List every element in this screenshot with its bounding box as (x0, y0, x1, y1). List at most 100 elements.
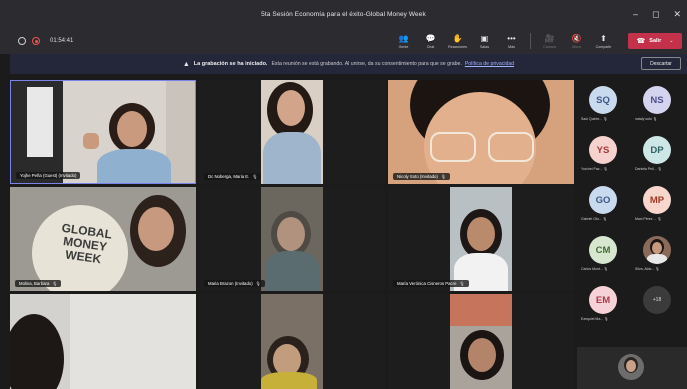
avatar: YS (589, 136, 617, 164)
leave-button[interactable]: ☎ Salir ⌄ (628, 33, 682, 49)
video-person (97, 149, 171, 183)
toolbar-buttons: 👥 Gente 💬 Chat ✋ Reacciones ▣ Salas ••• … (390, 28, 617, 54)
participant-name-tag: Maria Brazon (Invitado) 🎙 (204, 280, 265, 287)
avatar: SQ (589, 86, 617, 114)
participant-name: Yojhe Peña (Guest) (Invitado) (20, 173, 77, 178)
shield-icon[interactable] (18, 37, 26, 45)
roster-participant[interactable]: GO Gabriel Oto... 🎙 (579, 186, 627, 234)
video-person (138, 207, 174, 251)
video-feed (450, 187, 512, 291)
close-button[interactable]: ✕ (673, 9, 681, 20)
roster-participant[interactable]: CM Carlos Mont... 🎙 (579, 236, 627, 284)
reactions-button[interactable]: ✋ Reacciones (444, 34, 471, 49)
video-feed (261, 80, 323, 184)
roster-name: Daniela Pell... 🎙 (635, 167, 663, 171)
more-label: Más (508, 44, 515, 49)
video-feed (261, 187, 323, 291)
share-button[interactable]: ⬆ Compartir (590, 34, 617, 49)
minimize-button[interactable]: – (633, 9, 638, 19)
participant-name: Dc Noberga, Maria E. (208, 174, 250, 179)
glasses (430, 132, 476, 162)
avatar: CM (589, 236, 617, 264)
maximize-button[interactable]: ◻ (652, 9, 659, 20)
video-tile[interactable]: Maria Brazon (Invitado) 🎙 (199, 187, 385, 291)
mic-button[interactable]: 🔇 Micro (563, 34, 590, 49)
rooms-label: Salas (480, 44, 489, 49)
more-button[interactable]: ••• Más (498, 34, 525, 49)
participant-roster: SQ Saúl Quinte... 🎙 NS nataly soto 🎙 YS … (577, 80, 687, 389)
chat-button[interactable]: 💬 Chat (417, 34, 444, 49)
leave-label: Salir (649, 38, 662, 44)
roster-participant[interactable]: MP Maxi Pérez ... 🎙 (633, 186, 681, 234)
avatar: DP (643, 136, 671, 164)
recording-icon (32, 37, 40, 45)
camera-button[interactable]: 🎥 Cámara (536, 34, 563, 49)
participant-name-tag: María Verónica Cisneros Pacre 🎙 (393, 280, 469, 287)
video-person (83, 133, 99, 149)
roster-name: Carlos Mont... 🎙 (581, 267, 609, 271)
video-tile[interactable]: Yojhe Peña (Guest) (Invitado) (10, 80, 196, 184)
dismiss-button[interactable]: Descartar (641, 57, 681, 70)
avatar-photo (643, 236, 671, 264)
roster-name: Ezequiel Ma... 🎙 (581, 317, 609, 321)
reactions-label: Reacciones (448, 44, 467, 49)
privacy-policy-link[interactable]: Política de privacidad (465, 61, 514, 67)
roster-participant[interactable]: NS nataly soto 🎙 (633, 86, 681, 134)
banner-message: Esta reunión se está grabando. Al unirse… (271, 61, 462, 67)
roster-participant[interactable]: SQ Saúl Quinte... 🎙 (579, 86, 627, 134)
people-icon: 👥 (398, 33, 409, 43)
video-tile[interactable]: Nicoly Soto (Invitado) 🎙 (388, 80, 574, 184)
roster-participant[interactable]: YS Yorchei Paz... 🎙 (579, 136, 627, 184)
mic-label: Micro (572, 44, 581, 49)
roster-participant[interactable]: DP Daniela Pell... 🎙 (633, 136, 681, 184)
roster-name: Yorchei Paz... 🎙 (581, 167, 608, 171)
participant-name: Maria Brazon (Invitado) (208, 281, 253, 286)
video-tile[interactable] (199, 294, 385, 389)
mic-off-icon: 🎙 (459, 281, 465, 286)
mic-off-icon: 🎙 (52, 281, 58, 286)
rooms-button[interactable]: ▣ Salas (471, 34, 498, 49)
chat-label: Chat (426, 44, 435, 49)
roster-name: Silva, Aldo... 🎙 (635, 267, 660, 271)
roster-participant[interactable]: Silva, Aldo... 🎙 (633, 236, 681, 284)
recording-banner: ▲ La grabación se ha iniciado. Esta reun… (10, 54, 687, 74)
share-icon: ⬆ (600, 33, 607, 43)
participant-name: Molina, Barbara (19, 281, 50, 286)
mic-off-icon: 🎙 (255, 281, 261, 286)
video-person (10, 314, 64, 389)
self-view (577, 347, 687, 389)
participant-name-tag: Nicoly Soto (Invitado) 🎙 (393, 173, 450, 180)
warning-icon: ▲ (182, 60, 190, 68)
meeting-timer: 01:54:41 (50, 38, 74, 44)
camera-label: Cámara (543, 44, 556, 49)
participant-name: María Verónica Cisneros Pacre (397, 281, 457, 286)
chevron-down-icon[interactable]: ⌄ (669, 38, 673, 44)
more-icon: ••• (507, 33, 516, 43)
participant-name-tag: Yojhe Peña (Guest) (Invitado) (16, 172, 81, 179)
roster-name: Maxi Pérez ... 🎙 (635, 217, 662, 221)
participant-name-tag: Molina, Barbara 🎙 (15, 280, 62, 287)
video-tile[interactable] (388, 294, 574, 389)
people-button[interactable]: 👥 Gente (390, 34, 417, 49)
video-background (27, 87, 53, 157)
people-label: Gente (398, 44, 409, 49)
avatar: GO (589, 186, 617, 214)
roster-participant[interactable]: EM Ezequiel Ma... 🎙 (579, 286, 627, 334)
self-avatar (618, 354, 644, 380)
roster-name: Gabriel Oto... 🎙 (581, 217, 608, 221)
video-tile[interactable]: GLOBAL MONEY WEEK Molina, Barbara 🎙 (10, 187, 196, 291)
video-feed (261, 294, 323, 389)
roster-more[interactable]: +18 (633, 286, 681, 334)
video-tile[interactable] (10, 294, 196, 389)
participant-name: Nicoly Soto (Invitado) (397, 174, 438, 179)
video-background (70, 294, 196, 389)
video-tile[interactable]: Dc Noberga, Maria E. 🎙 (199, 80, 385, 184)
glasses (488, 132, 534, 162)
camera-icon: 🎥 (544, 33, 555, 43)
phone-icon: ☎ (636, 38, 646, 45)
chat-icon: 💬 (425, 33, 436, 43)
meeting-title: 5ta Sesión Economía para el éxito-Global… (261, 10, 426, 18)
share-label: Compartir (595, 44, 612, 49)
teams-meeting-window: 5ta Sesión Economía para el éxito-Global… (0, 0, 687, 389)
video-tile[interactable]: María Verónica Cisneros Pacre 🎙 (388, 187, 574, 291)
